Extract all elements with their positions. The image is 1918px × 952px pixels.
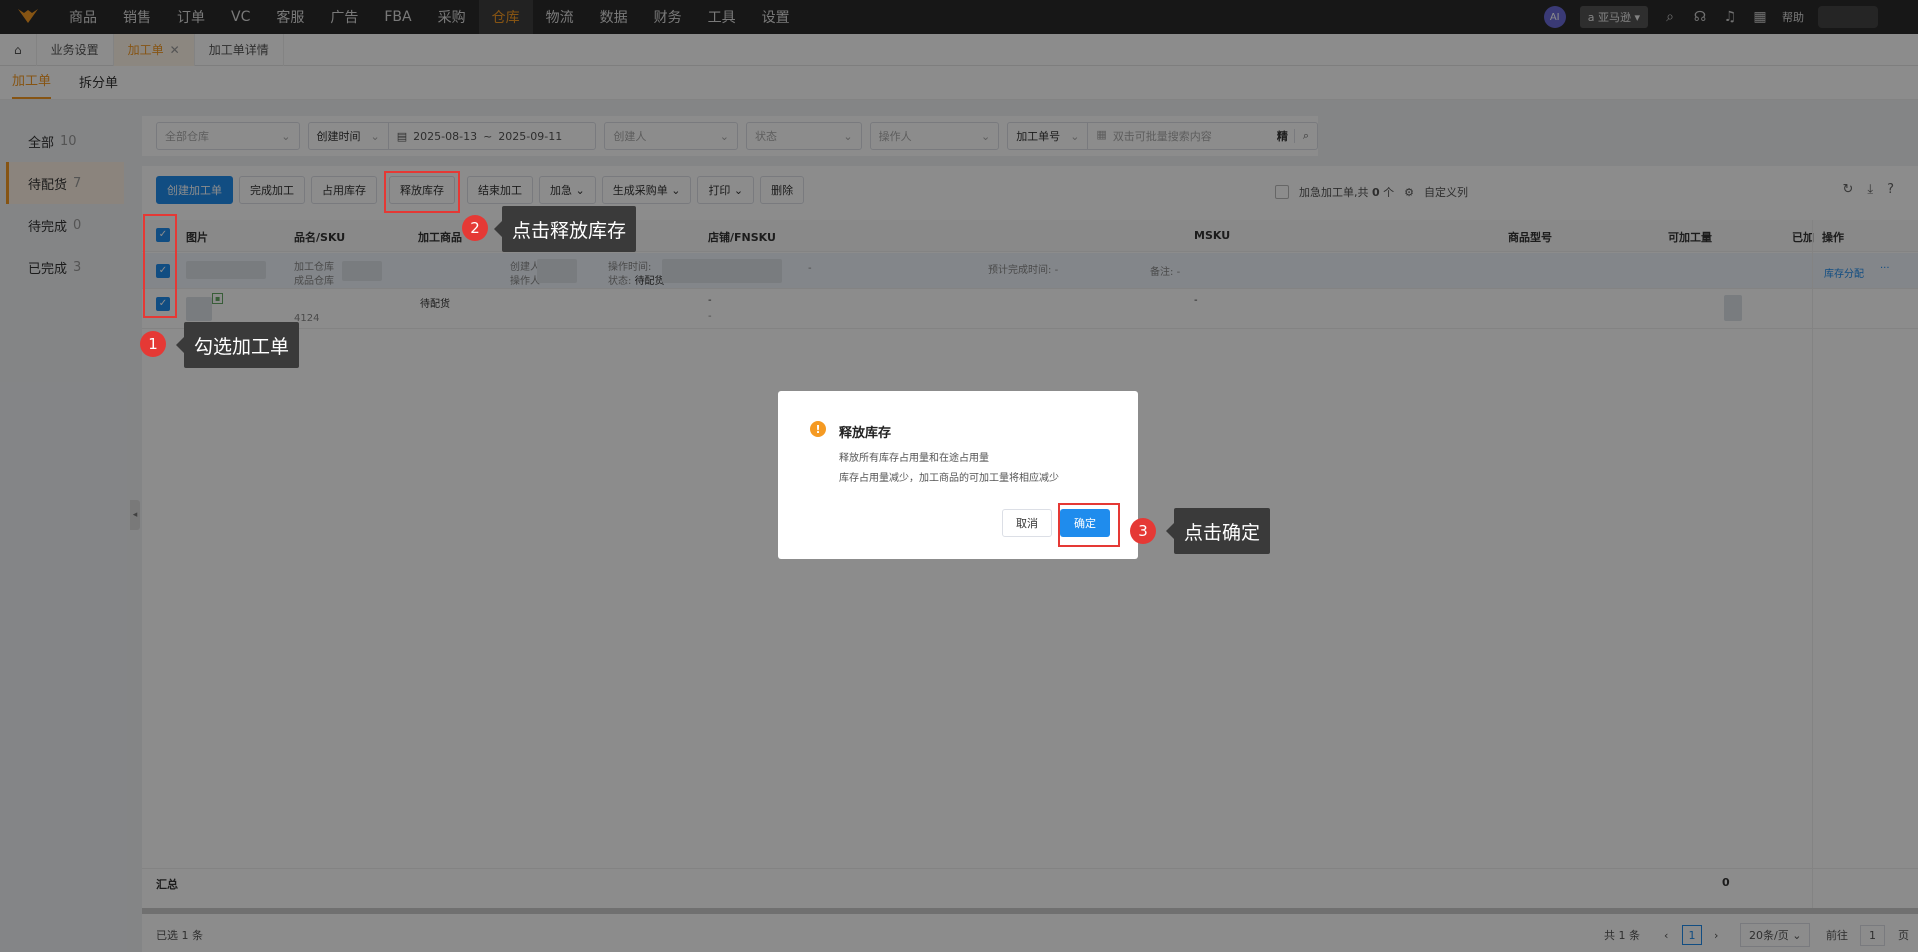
step-badge-1: 1 [140, 331, 166, 357]
cancel-button[interactable]: 取消 [1002, 509, 1052, 537]
step-callout-2: 点击释放库存 [493, 206, 637, 252]
highlight-confirm-button [1058, 503, 1120, 547]
step-badge-3: 3 [1130, 518, 1156, 544]
step-callout-3: 点击确定 [1165, 508, 1271, 554]
dialog-title: 释放库存 [839, 426, 892, 441]
highlight-release-button [384, 171, 460, 213]
step-callout-1: 勾选加工单 [175, 322, 300, 368]
step-badge-2: 2 [462, 215, 488, 241]
dialog-message-line1: 释放所有库存占用量和在途占用量 [839, 453, 989, 464]
dialog-message-line2: 库存占用量减少，加工商品的可加工量将相应减少 [839, 473, 1059, 484]
warning-icon: ! [810, 421, 826, 437]
highlight-checkboxes [143, 214, 177, 318]
